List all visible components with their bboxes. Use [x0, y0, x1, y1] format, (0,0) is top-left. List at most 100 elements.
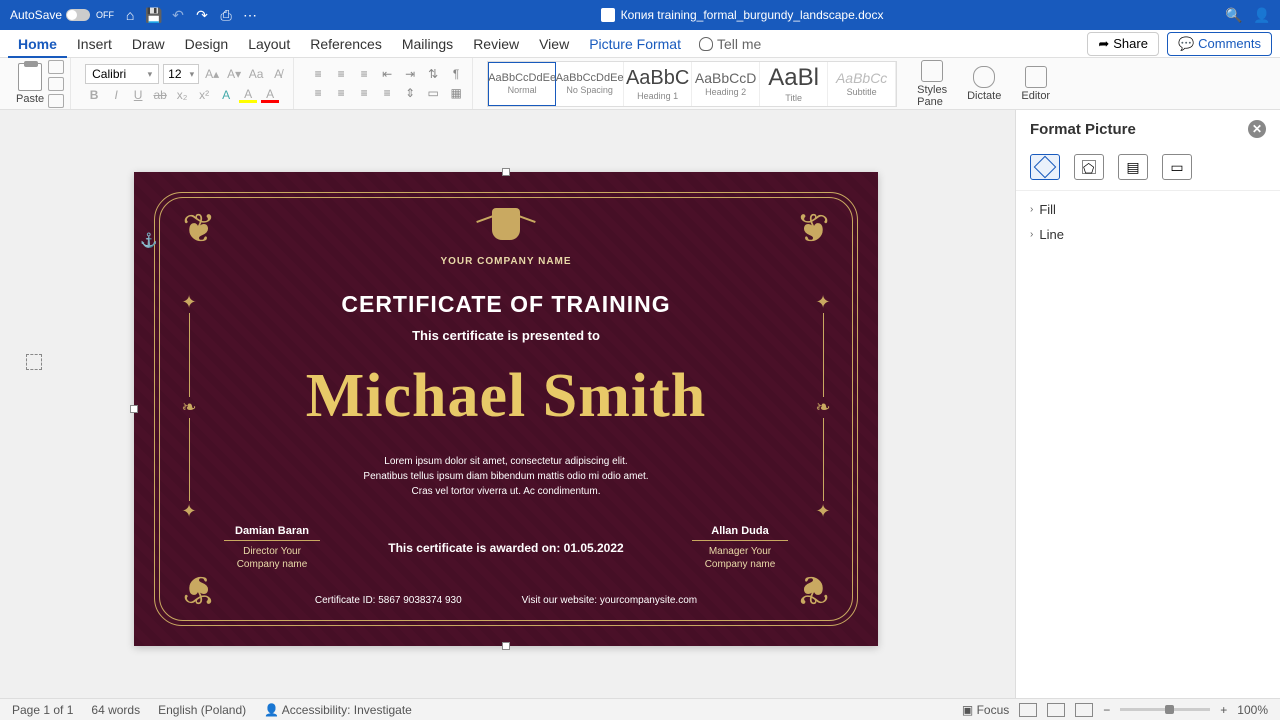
styles-gallery[interactable]: AaBbCcDdEeNormal AaBbCcDdEeNo Spacing Aa… [487, 61, 897, 107]
pane-tab-effects[interactable]: ⬠ [1074, 154, 1104, 180]
line-spacing-icon[interactable]: ⇕ [400, 85, 420, 101]
tab-references[interactable]: References [300, 30, 392, 58]
clear-format-icon[interactable]: A̸ [269, 65, 287, 83]
dictate-button[interactable]: Dictate [961, 66, 1007, 102]
align-center-icon[interactable]: ≡ [331, 85, 351, 101]
tab-picture-format[interactable]: Picture Format [579, 30, 691, 58]
chevron-right-icon: › [1030, 204, 1033, 215]
styles-pane-button[interactable]: Styles Pane [911, 60, 953, 108]
more-icon[interactable]: ⋯ [242, 7, 258, 23]
status-words[interactable]: 64 words [91, 703, 140, 717]
comment-icon: 💬 [1178, 36, 1194, 52]
zoom-level[interactable]: 100% [1237, 703, 1268, 717]
strike-button[interactable]: ab [151, 87, 169, 103]
copy-icon[interactable] [48, 77, 64, 91]
anchor-icon: ⚓ [140, 232, 157, 249]
tell-me[interactable]: Tell me [699, 36, 761, 52]
cut-icon[interactable] [48, 60, 64, 74]
mic-icon [973, 66, 995, 88]
view-print-icon[interactable] [1047, 703, 1065, 717]
font-size-select[interactable]: 12▾ [163, 64, 199, 84]
zoom-out-button[interactable]: − [1103, 703, 1110, 717]
borders-icon[interactable]: ▦ [446, 85, 466, 101]
outdent-icon[interactable]: ⇤ [377, 66, 397, 82]
tab-design[interactable]: Design [175, 30, 239, 58]
zoom-slider[interactable] [1120, 708, 1210, 711]
editor-button[interactable]: Editor [1015, 66, 1056, 102]
resize-handle-n[interactable] [502, 168, 510, 176]
multilevel-icon[interactable]: ≡ [354, 66, 374, 82]
tab-mailings[interactable]: Mailings [392, 30, 463, 58]
subscript-button[interactable]: x₂ [173, 87, 191, 103]
style-title[interactable]: AaBlTitle [760, 62, 828, 106]
sort-icon[interactable]: ⇅ [423, 66, 443, 82]
style-normal[interactable]: AaBbCcDdEeNormal [488, 62, 556, 106]
shading-icon[interactable]: ▭ [423, 85, 443, 101]
show-marks-icon[interactable]: ¶ [446, 66, 466, 82]
tab-layout[interactable]: Layout [238, 30, 300, 58]
tab-view[interactable]: View [529, 30, 579, 58]
undo-icon[interactable]: ↶ [170, 7, 186, 23]
status-bar: Page 1 of 1 64 words English (Poland) 👤 … [0, 698, 1280, 720]
view-web-icon[interactable] [1075, 703, 1093, 717]
style-no-spacing[interactable]: AaBbCcDdEeNo Spacing [556, 62, 624, 106]
status-accessibility[interactable]: 👤 Accessibility: Investigate [264, 703, 412, 717]
status-language[interactable]: English (Poland) [158, 703, 246, 717]
ornament-icon: ❦ [172, 202, 226, 256]
numbering-icon[interactable]: ≡ [331, 66, 351, 82]
pane-tab-picture[interactable]: ▭ [1162, 154, 1192, 180]
highlight-icon[interactable]: A [239, 87, 257, 103]
home-icon[interactable]: ⌂ [122, 7, 138, 23]
print-icon[interactable]: ⎙ [218, 7, 234, 23]
ornament-icon: ❦ [786, 202, 840, 256]
pane-tab-layout[interactable]: ▤ [1118, 154, 1148, 180]
bullets-icon[interactable]: ≡ [308, 66, 328, 82]
style-heading2[interactable]: AaBbCcDHeading 2 [692, 62, 760, 106]
certificate-image[interactable]: ❦ ❦ ❦ ❦ ✦❧✦ ✦❧✦ YOUR COMPANY NAME CERTIF… [134, 172, 878, 646]
layout-options-icon[interactable] [26, 354, 42, 370]
accordion-fill[interactable]: ›Fill [1030, 197, 1266, 222]
superscript-button[interactable]: x² [195, 87, 213, 103]
tab-insert[interactable]: Insert [67, 30, 122, 58]
accordion-line[interactable]: ›Line [1030, 222, 1266, 247]
document-canvas[interactable]: ❦ ❦ ❦ ❦ ✦❧✦ ✦❧✦ YOUR COMPANY NAME CERTIF… [0, 110, 1015, 698]
autosave-toggle[interactable]: AutoSave OFF [10, 8, 114, 22]
crest-icon [476, 208, 536, 248]
search-icon[interactable]: 🔍 [1226, 7, 1242, 23]
close-pane-button[interactable]: ✕ [1248, 120, 1266, 138]
grow-font-icon[interactable]: A▴ [203, 65, 221, 83]
tab-home[interactable]: Home [8, 30, 67, 58]
bold-button[interactable]: B [85, 87, 103, 103]
comments-button[interactable]: 💬Comments [1167, 32, 1272, 56]
text-effects-icon[interactable]: A [217, 87, 235, 103]
align-right-icon[interactable]: ≡ [354, 85, 374, 101]
redo-icon[interactable]: ↷ [194, 7, 210, 23]
view-read-icon[interactable] [1019, 703, 1037, 717]
resize-handle-s[interactable] [502, 642, 510, 650]
style-subtitle[interactable]: AaBbCcSubtitle [828, 62, 896, 106]
paste-button[interactable]: Paste [16, 63, 44, 105]
title-bar: AutoSave OFF ⌂ 💾 ↶ ↷ ⎙ ⋯ Копия training_… [0, 0, 1280, 30]
align-left-icon[interactable]: ≡ [308, 85, 328, 101]
share-button[interactable]: ➦Share [1087, 32, 1159, 56]
effects-tab-icon: ⬠ [1082, 160, 1096, 174]
font-name-select[interactable]: Calibri▾ [85, 64, 159, 84]
status-page[interactable]: Page 1 of 1 [12, 703, 73, 717]
underline-button[interactable]: U [129, 87, 147, 103]
tab-draw[interactable]: Draw [122, 30, 175, 58]
tab-review[interactable]: Review [463, 30, 529, 58]
zoom-in-button[interactable]: + [1220, 703, 1227, 717]
focus-button[interactable]: ▣ Focus [962, 703, 1009, 717]
shrink-font-icon[interactable]: A▾ [225, 65, 243, 83]
format-painter-icon[interactable] [48, 94, 64, 108]
italic-button[interactable]: I [107, 87, 125, 103]
pane-tab-fill[interactable] [1030, 154, 1060, 180]
font-color-icon[interactable]: A [261, 87, 279, 103]
justify-icon[interactable]: ≡ [377, 85, 397, 101]
account-icon[interactable]: 👤 [1254, 7, 1270, 23]
style-heading1[interactable]: AaBbCHeading 1 [624, 62, 692, 106]
save-icon[interactable]: 💾 [146, 7, 162, 23]
change-case-icon[interactable]: Aa [247, 65, 265, 83]
indent-icon[interactable]: ⇥ [400, 66, 420, 82]
resize-handle-w[interactable] [130, 405, 138, 413]
